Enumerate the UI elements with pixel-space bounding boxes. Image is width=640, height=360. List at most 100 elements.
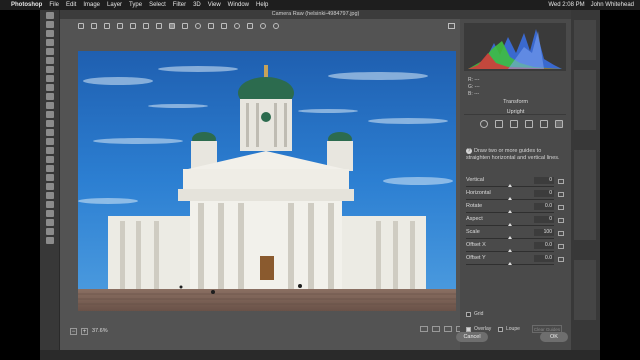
panel-block[interactable] [574,70,596,130]
menu-edit[interactable]: Edit [66,0,76,10]
loupe-option[interactable]: Loupe [498,326,520,332]
ps-tool-icon[interactable] [45,192,54,199]
spot-removal-icon[interactable] [182,23,188,29]
upright-vertical-icon[interactable] [525,120,533,128]
ps-tool-icon[interactable] [45,111,54,118]
ps-tool-icon[interactable] [45,228,54,235]
slider-value[interactable]: 0 [534,177,554,184]
image-preview[interactable] [78,51,456,311]
adjustment-brush-icon[interactable] [208,23,214,29]
slider-thumb[interactable] [508,236,512,239]
crop-tool-icon[interactable] [143,23,149,29]
hand-tool-icon[interactable] [91,23,97,29]
slider-offset-x[interactable]: Offset X 0.0 [464,242,568,255]
menu-view[interactable]: View [208,0,221,10]
zoom-out-button[interactable]: − [70,327,77,335]
menu-select[interactable]: Select [149,0,166,10]
slider-value[interactable]: 0.0 [534,203,554,210]
ps-tool-icon[interactable] [45,48,54,55]
ps-tool-icon[interactable] [45,183,54,190]
user-name[interactable]: John Whitehead [591,0,634,10]
before-after-toggle-icon[interactable] [420,326,428,332]
zoom-level[interactable]: 37.6% [92,328,108,334]
slider-thumb[interactable] [508,223,512,226]
menu-layer[interactable]: Layer [107,0,122,10]
slider-value[interactable]: 0.0 [534,242,554,249]
ok-button[interactable]: OK [540,332,568,342]
upright-auto-icon[interactable] [495,120,503,128]
ps-tool-icon[interactable] [45,219,54,226]
slider-offset-y[interactable]: Offset Y 0.0 [464,255,568,268]
upright-off-icon[interactable] [480,120,488,128]
slider-thumb[interactable] [508,262,512,265]
slider-thumb[interactable] [508,184,512,187]
preferences-icon[interactable] [247,23,253,29]
ps-tool-icon[interactable] [45,66,54,73]
swap-settings-icon[interactable] [432,326,440,332]
ps-tool-icon[interactable] [45,21,54,28]
ps-tool-icon[interactable] [45,12,54,19]
upright-full-icon[interactable] [540,120,548,128]
app-name[interactable]: Photoshop [11,0,42,10]
panel-block[interactable] [574,150,596,240]
ps-tool-icon[interactable] [45,165,54,172]
ps-tool-icon[interactable] [45,84,54,91]
slider-thumb[interactable] [508,210,512,213]
zoom-tool-icon[interactable] [78,23,84,29]
panel-block[interactable] [574,260,596,320]
clock[interactable]: Wed 2:08 PM [548,0,584,10]
transform-tool-icon[interactable] [169,23,175,29]
upright-guided-icon[interactable] [555,120,563,128]
fullscreen-toggle-icon[interactable] [448,23,455,29]
radial-filter-icon[interactable] [234,23,240,29]
ps-tool-icon[interactable] [45,57,54,64]
upright-level-icon[interactable] [510,120,518,128]
ps-tool-icon[interactable] [45,129,54,136]
ps-tool-icon[interactable] [45,201,54,208]
loupe-checkbox[interactable] [498,326,503,332]
menu-3d[interactable]: 3D [193,0,201,10]
ps-tool-icon[interactable] [45,237,54,244]
ps-tool-icon[interactable] [45,138,54,145]
slider-aspect[interactable]: Aspect 0 [464,216,568,229]
slider-scale[interactable]: Scale 100 [464,229,568,242]
slider-value[interactable]: 0 [534,190,554,197]
red-eye-icon[interactable] [195,23,201,29]
slider-value[interactable]: 0.0 [534,255,554,262]
slider-vertical[interactable]: Vertical 0 [464,177,568,190]
graduated-filter-icon[interactable] [221,23,227,29]
menu-image[interactable]: Image [83,0,100,10]
slider-horizontal[interactable]: Horizontal 0 [464,190,568,203]
cancel-button[interactable]: Cancel [456,332,488,342]
ps-tool-icon[interactable] [45,75,54,82]
menu-window[interactable]: Window [228,0,249,10]
slider-value[interactable]: 100 [534,229,554,236]
zoom-in-button[interactable]: + [81,327,88,335]
ps-tool-icon[interactable] [45,120,54,127]
ps-tool-icon[interactable] [45,156,54,163]
ps-tool-icon[interactable] [45,147,54,154]
ps-tool-icon[interactable] [45,102,54,109]
panel-block[interactable] [574,20,596,60]
rotate-left-icon[interactable] [260,23,266,29]
ps-tool-icon[interactable] [45,39,54,46]
rotate-right-icon[interactable] [273,23,279,29]
targeted-adjustment-icon[interactable] [130,23,136,29]
straighten-tool-icon[interactable] [156,23,162,29]
overlay-checkbox[interactable] [466,326,471,332]
slider-thumb[interactable] [508,249,512,252]
slider-rotate[interactable]: Rotate 0.0 [464,203,568,216]
menu-type[interactable]: Type [129,0,142,10]
color-sampler-icon[interactable] [117,23,123,29]
ps-tool-icon[interactable] [45,30,54,37]
grid-option[interactable]: Grid [466,311,483,317]
grid-checkbox[interactable] [466,311,471,317]
menu-filter[interactable]: Filter [173,0,186,10]
menu-file[interactable]: File [49,0,59,10]
copy-settings-icon[interactable] [444,326,452,332]
slider-value[interactable]: 0 [534,216,554,223]
white-balance-tool-icon[interactable] [104,23,110,29]
menu-help[interactable]: Help [256,0,268,10]
ps-tool-icon[interactable] [45,210,54,217]
ps-tool-icon[interactable] [45,174,54,181]
